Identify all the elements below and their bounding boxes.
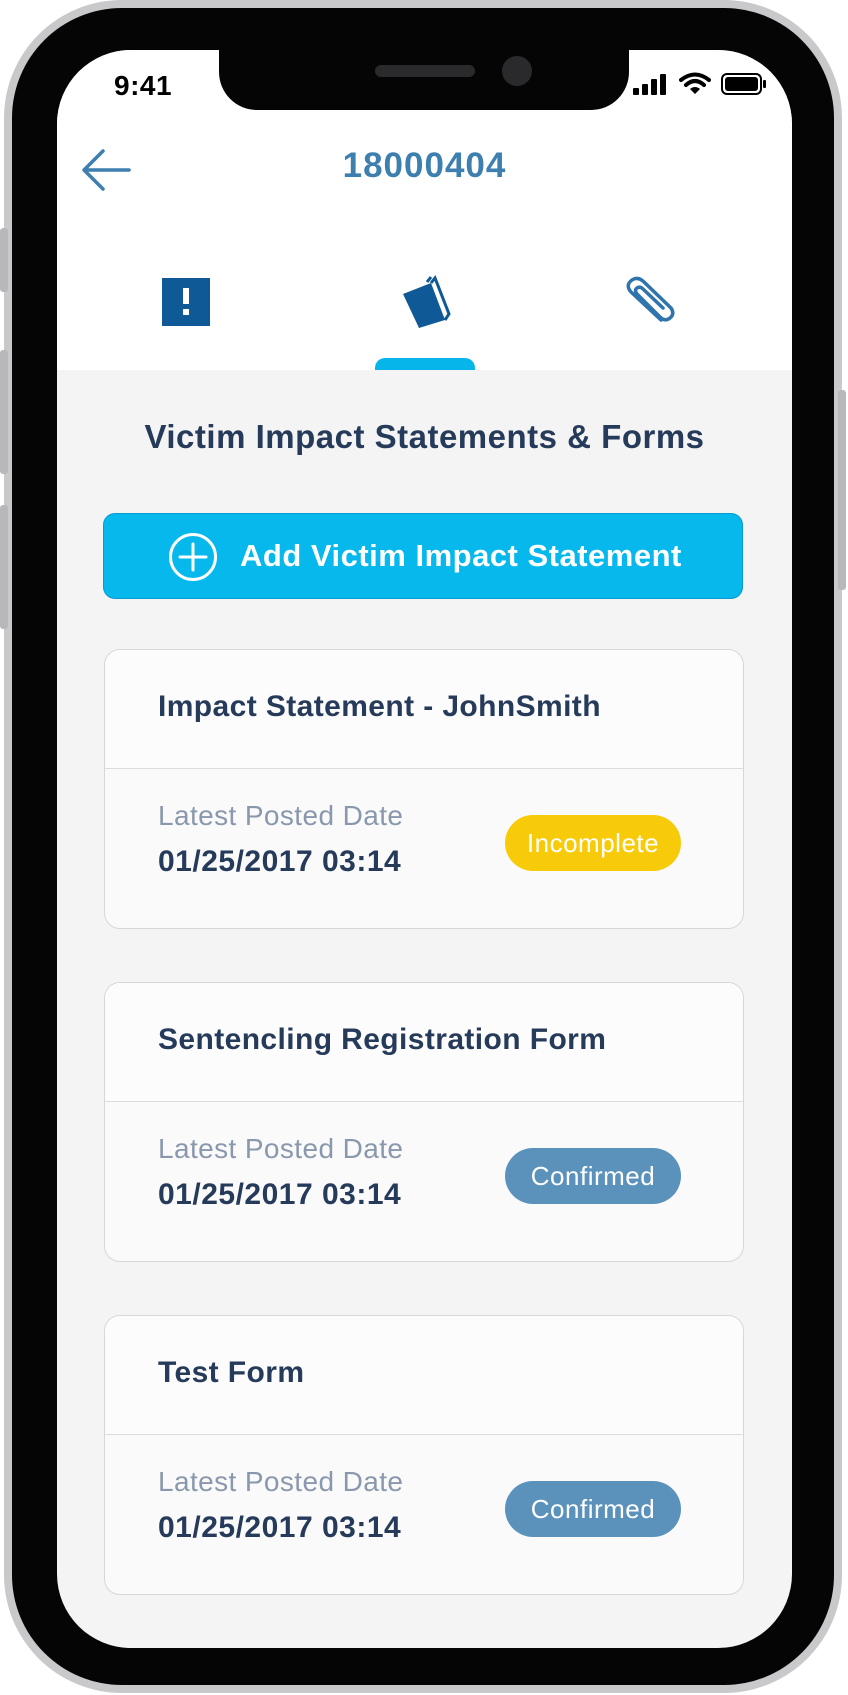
documents-icon — [403, 275, 451, 328]
date-value: 01/25/2017 03:14 — [158, 1511, 402, 1544]
add-button-label: Add Victim Impact Statement — [240, 538, 682, 573]
tab-alerts[interactable] — [131, 262, 241, 342]
battery-icon — [721, 73, 766, 95]
paperclip-icon — [626, 276, 675, 322]
section-title: Victim Impact Statements & Forms — [144, 418, 705, 455]
case-number-title: 18000404 — [342, 146, 507, 185]
tab-attachments[interactable] — [595, 262, 705, 342]
card-title: Impact Statement - JohnSmith — [158, 690, 601, 723]
date-label: Latest Posted Date — [158, 800, 404, 831]
alert-icon — [162, 278, 210, 326]
plus-circle-icon — [169, 533, 217, 581]
card-title: Test Form — [158, 1356, 305, 1389]
form-card[interactable]: Test Form Latest Posted Date 01/25/2017 … — [104, 1315, 744, 1595]
wifi-icon — [679, 72, 711, 94]
card-header: Sentencling Registration Form — [105, 983, 743, 1102]
phone-notch — [219, 50, 629, 110]
phone-volume-down — [0, 505, 8, 629]
phone-volume-up — [0, 350, 8, 474]
status-icons — [633, 72, 767, 96]
card-header: Impact Statement - JohnSmith — [105, 650, 743, 769]
front-camera — [502, 56, 532, 86]
date-value: 01/25/2017 03:14 — [158, 845, 402, 878]
form-card[interactable]: Impact Statement - JohnSmith Latest Post… — [104, 649, 744, 929]
phone-power-button — [838, 390, 846, 590]
status-badge: Confirmed — [505, 1148, 681, 1204]
signal-icon — [633, 74, 666, 95]
card-title: Sentencling Registration Form — [158, 1023, 607, 1056]
status-badge: Incomplete — [505, 815, 681, 871]
date-value: 01/25/2017 03:14 — [158, 1178, 402, 1211]
add-victim-impact-statement-button[interactable]: Add Victim Impact Statement — [103, 513, 743, 599]
speaker-grille — [375, 65, 475, 77]
date-label: Latest Posted Date — [158, 1133, 404, 1164]
status-time: 9:41 — [114, 70, 173, 101]
phone-silent-switch — [0, 228, 8, 292]
tab-documents[interactable] — [370, 262, 480, 342]
app-screen: 9:41 18000404 Victim Impact Statements &… — [57, 50, 792, 1648]
active-tab-indicator — [375, 358, 475, 370]
date-label: Latest Posted Date — [158, 1466, 404, 1497]
card-header: Test Form — [105, 1316, 743, 1435]
status-badge: Confirmed — [505, 1481, 681, 1537]
form-card[interactable]: Sentencling Registration Form Latest Pos… — [104, 982, 744, 1262]
